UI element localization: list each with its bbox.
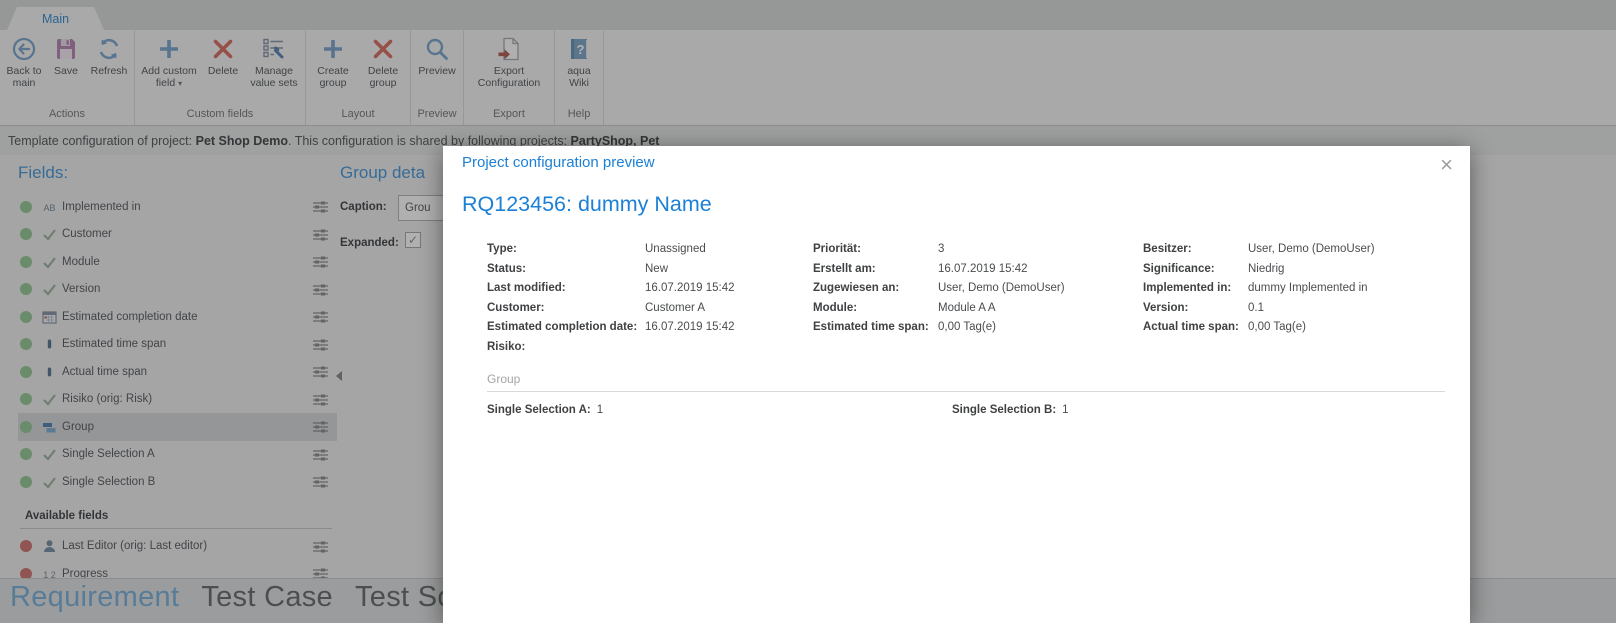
field-label: Customer: xyxy=(487,301,545,314)
field-value: User, Demo (DemoUser) xyxy=(938,282,1065,294)
field-label xyxy=(813,338,938,358)
field-value: 0,00 Tag(e) xyxy=(1248,321,1306,333)
field-label: Estimated completion date: xyxy=(487,321,638,333)
field-value xyxy=(938,338,1143,358)
field-label: Significance: xyxy=(1143,262,1215,275)
field-value: Unassigned xyxy=(645,243,706,255)
field-value: 16.07.2019 15:42 xyxy=(938,262,1028,275)
field-value: User, Demo (DemoUser) xyxy=(1248,243,1375,255)
field-label: Module: xyxy=(813,301,858,314)
field-label: Single Selection A: xyxy=(487,404,591,416)
field-value: 16.07.2019 15:42 xyxy=(645,321,735,333)
close-icon[interactable]: × xyxy=(1440,154,1453,176)
field-value: 16.07.2019 15:42 xyxy=(645,282,735,294)
dialog-title: Project configuration preview xyxy=(462,154,655,171)
field-value xyxy=(1248,338,1375,358)
field-value: 3 xyxy=(938,243,945,255)
field-label: Priorität: xyxy=(813,243,861,255)
field-value: New xyxy=(645,262,669,275)
field-label: Status: xyxy=(487,262,526,275)
field-label: Last modified: xyxy=(487,282,566,294)
app-window: Main Back to main Save Refresh Actions A… xyxy=(0,0,1616,623)
field-label: Risiko: xyxy=(487,340,526,353)
group-section-label: Group xyxy=(487,372,521,386)
preview-item-title: RQ123456: dummy Name xyxy=(462,192,712,216)
field-value: Module A A xyxy=(938,301,996,314)
field-label: Besitzer: xyxy=(1143,243,1192,255)
field-value: 0.1 xyxy=(1248,301,1264,314)
field-value: 0,00 Tag(e) xyxy=(938,321,996,333)
field-label: Zugewiesen an: xyxy=(813,282,900,294)
field-value: 1 xyxy=(596,404,604,416)
field-label: Actual time span: xyxy=(1143,321,1239,333)
field-value xyxy=(645,338,813,358)
field-value: Niedrig xyxy=(1248,262,1285,275)
project-configuration-preview-dialog: Project configuration preview × RQ123456… xyxy=(443,146,1470,623)
field-label: Estimated time span: xyxy=(813,321,929,333)
field-label: Single Selection B: xyxy=(952,404,1057,416)
field-label: Erstellt am: xyxy=(813,262,876,275)
field-label xyxy=(1143,338,1248,358)
preview-fields-grid: Type: Unassigned Priorität: 3 Besitzer: User,… xyxy=(487,240,1375,357)
group-section-divider xyxy=(487,391,1445,392)
single-selection-a-row: Single Selection A: 1 xyxy=(487,404,603,416)
field-label: Type: xyxy=(487,243,517,255)
field-value: Customer A xyxy=(645,301,706,314)
field-value: dummy Implemented in xyxy=(1248,282,1368,294)
field-label: Implemented in: xyxy=(1143,282,1232,294)
field-value: 1 xyxy=(1062,404,1069,416)
field-label: Version: xyxy=(1143,301,1189,314)
single-selection-b-row: Single Selection B: 1 xyxy=(952,404,1069,416)
